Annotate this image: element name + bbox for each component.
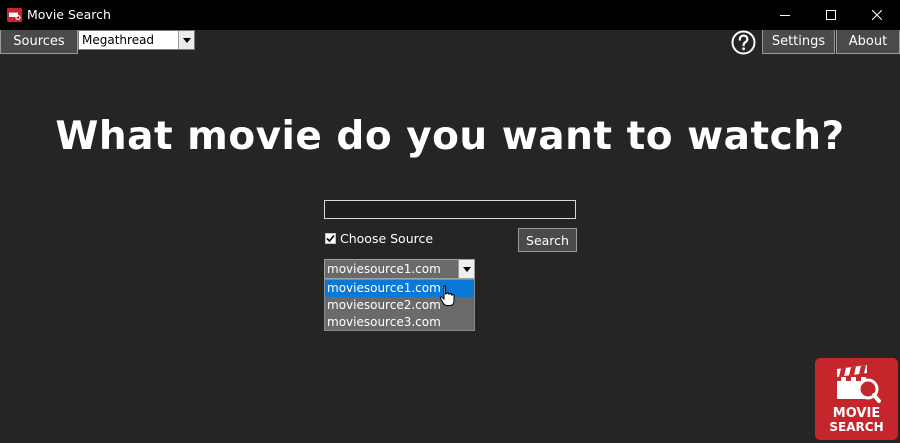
movie-source-value: moviesource1.com	[327, 262, 441, 276]
dropdown-arrow[interactable]	[458, 260, 474, 278]
search-button[interactable]: Search	[518, 228, 577, 252]
clapperboard-search-icon	[837, 365, 881, 403]
choose-source-label: Choose Source	[340, 231, 434, 246]
source-list-value: Megathread	[82, 33, 155, 47]
title-bar: Movie Search	[0, 0, 900, 30]
sources-button[interactable]: Sources	[0, 30, 78, 54]
about-button[interactable]: About	[836, 30, 900, 54]
maximize-button[interactable]	[808, 0, 854, 30]
checkmark-icon	[326, 234, 335, 243]
minimize-icon	[780, 15, 790, 16]
settings-button[interactable]: Settings	[762, 30, 835, 54]
app-logo-icon	[7, 8, 22, 22]
chevron-down-icon	[182, 37, 191, 43]
minimize-button[interactable]	[762, 0, 808, 30]
hand-cursor-icon	[439, 285, 455, 306]
close-icon	[872, 10, 882, 20]
help-icon[interactable]	[731, 30, 756, 55]
search-input[interactable]	[324, 200, 576, 219]
logo-text-line2: SEARCH	[829, 420, 884, 434]
window-title: Movie Search	[27, 7, 111, 22]
logo-text-line1: MOVIE	[832, 406, 881, 421]
choose-source-checkbox[interactable]	[325, 233, 336, 244]
page-title: What movie do you want to watch?	[55, 114, 845, 159]
close-button[interactable]	[854, 0, 900, 30]
main-window-body: Sources Megathread Settings About What m…	[0, 30, 900, 443]
chevron-down-icon	[462, 266, 471, 272]
movie-source-select[interactable]: moviesource1.com	[324, 259, 475, 279]
maximize-icon	[826, 10, 836, 20]
dropdown-option[interactable]: moviesource3.com	[325, 314, 474, 331]
movie-search-logo: MOVIE SEARCH	[815, 358, 898, 440]
source-list-select[interactable]: Megathread	[78, 30, 195, 50]
dropdown-arrow[interactable]	[178, 31, 194, 49]
